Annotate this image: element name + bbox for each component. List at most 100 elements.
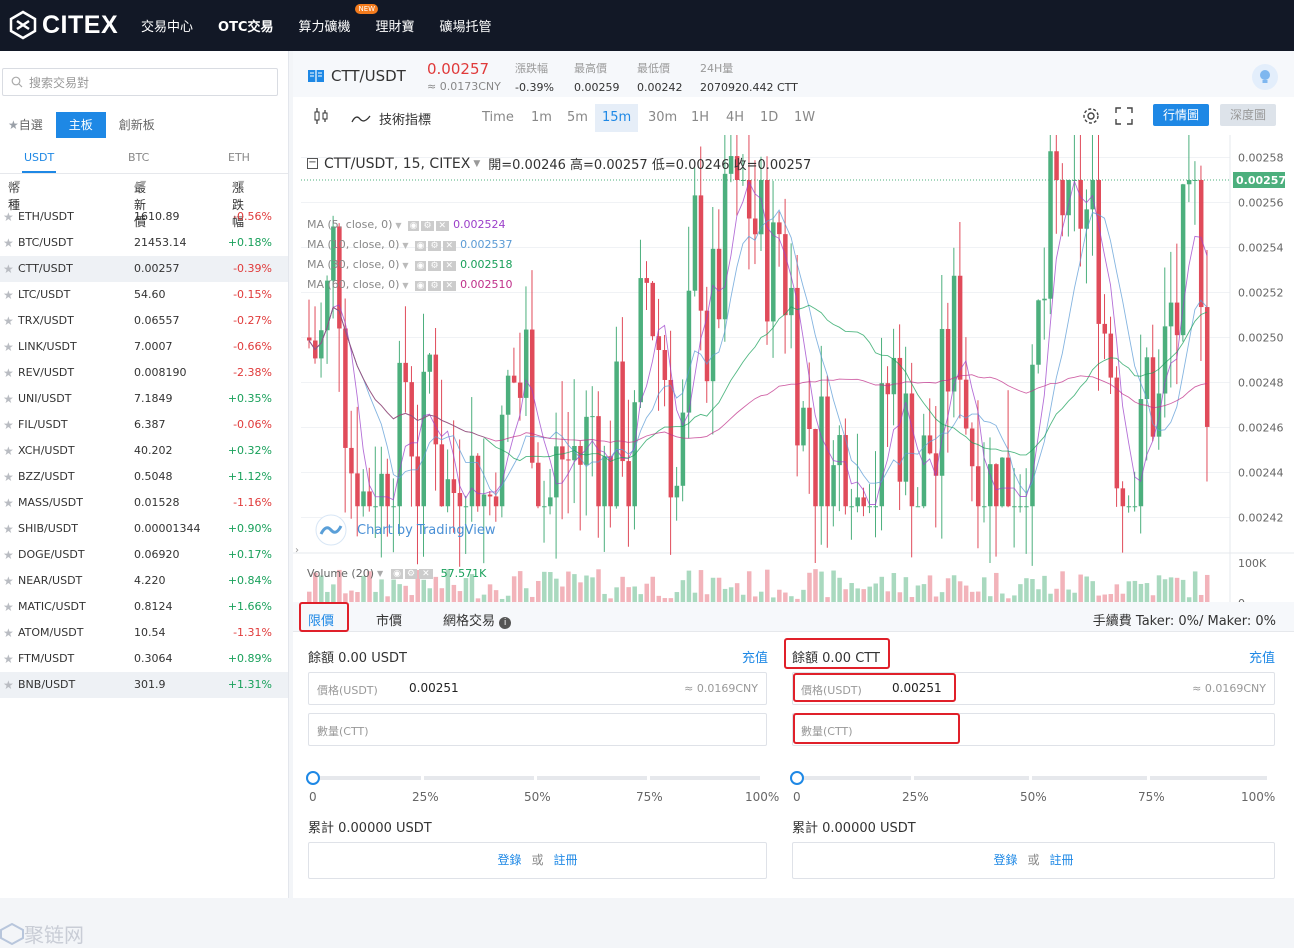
star-icon[interactable]: ★ — [3, 230, 14, 256]
pair-row[interactable]: ★ SHIB/USDT 0.00001344 +0.90% — [0, 516, 288, 542]
pair-row[interactable]: ★ BTC/USDT 21453.14 +0.18% — [0, 230, 288, 256]
nav-wealth[interactable]: 理財寶 — [376, 16, 415, 35]
buy-recharge-link[interactable]: 充值 — [742, 647, 768, 666]
tab-favorites[interactable]: ★自選 — [0, 112, 56, 138]
star-icon[interactable]: ★ — [3, 646, 14, 672]
eye-icon[interactable]: ◉ — [414, 261, 427, 271]
theme-toggle-button[interactable] — [1252, 64, 1278, 90]
star-icon[interactable]: ★ — [3, 464, 14, 490]
sell-recharge-link[interactable]: 充值 — [1249, 647, 1275, 666]
pair-row[interactable]: ★ BZZ/USDT 0.5048 +1.12% — [0, 464, 288, 490]
pair-row[interactable]: ★ REV/USDT 0.008190 -2.38% — [0, 360, 288, 386]
pair-row[interactable]: ★ BNB/USDT 301.9 +1.31% — [0, 672, 288, 698]
depth-view-button[interactable]: 深度圖 — [1220, 104, 1277, 126]
star-icon[interactable]: ★ — [3, 386, 14, 412]
close-icon[interactable]: ✕ — [442, 281, 457, 291]
star-icon[interactable]: ★ — [3, 438, 14, 464]
quote-tab-eth[interactable]: ETH — [228, 147, 250, 173]
buy-price-field[interactable]: 價格(USDT) 0.00251 ≈ 0.0169CNY — [308, 672, 767, 705]
star-icon[interactable]: ★ — [3, 282, 14, 308]
register-link[interactable]: 註冊 — [554, 853, 578, 867]
pair-row[interactable]: ★ UNI/USDT 7.1849 +0.35% — [0, 386, 288, 412]
close-icon[interactable]: ✕ — [419, 568, 433, 579]
pair-row[interactable]: ★ LTC/USDT 54.60 -0.15% — [0, 282, 288, 308]
star-icon[interactable]: ★ — [3, 490, 14, 516]
timeframe-4h[interactable]: 4H — [719, 104, 751, 132]
settings-icon[interactable]: ⚙ — [405, 568, 418, 579]
search-input[interactable]: 搜索交易對 — [2, 68, 278, 96]
pair-row[interactable]: ★ DOGE/USDT 0.06920 +0.17% — [0, 542, 288, 568]
sell-amount-slider[interactable] — [790, 771, 1275, 785]
close-icon[interactable]: ✕ — [442, 261, 457, 271]
eye-icon[interactable]: ◉ — [414, 241, 427, 251]
timeframe-15m[interactable]: 15m — [595, 104, 639, 132]
timeframe-1d[interactable]: 1D — [753, 104, 785, 132]
pair-row[interactable]: ★ FTM/USDT 0.3064 +0.89% — [0, 646, 288, 672]
buy-amount-slider[interactable] — [306, 771, 768, 785]
star-icon[interactable]: ★ — [3, 516, 14, 542]
star-icon[interactable]: ★ — [3, 672, 14, 698]
pair-row[interactable]: ★ ETH/USDT 1610.89 -0.56% — [0, 204, 288, 230]
settings-icon[interactable]: ⚙ — [421, 221, 434, 231]
fullscreen-icon[interactable] — [1115, 107, 1133, 125]
slider-handle[interactable] — [790, 771, 804, 785]
pair-row[interactable]: ★ TRX/USDT 0.06557 -0.27% — [0, 308, 288, 334]
register-link[interactable]: 註冊 — [1050, 853, 1074, 867]
pair-row[interactable]: ★ NEAR/USDT 4.220 +0.84% — [0, 568, 288, 594]
kline-view-button[interactable]: 行情圖 — [1153, 104, 1210, 126]
star-icon[interactable]: ★ — [3, 308, 14, 334]
timeframe-1w[interactable]: 1W — [787, 104, 822, 132]
timeframe-1m[interactable]: 1m — [524, 104, 559, 132]
ticker-pair[interactable]: CTT/USDT — [307, 67, 406, 85]
tab-grid[interactable]: 網格交易 i — [443, 610, 512, 629]
pair-row[interactable]: ★ LINK/USDT 7.0007 -0.66% — [0, 334, 288, 360]
indicators-button[interactable]: 技術指標 — [351, 109, 431, 128]
pair-row[interactable]: ★ ATOM/USDT 10.54 -1.31% — [0, 620, 288, 646]
candlestick-icon[interactable] — [313, 107, 329, 125]
settings-icon[interactable]: ⚙ — [428, 281, 441, 291]
ma-legend-item[interactable]: MA (10, close, 0) ▼ ◉ ⚙ ✕ 0.002537 — [307, 238, 513, 251]
close-icon[interactable]: ✕ — [435, 221, 450, 231]
pair-row[interactable]: ★ MASS/USDT 0.01528 -1.16% — [0, 490, 288, 516]
pair-row[interactable]: ★ MATIC/USDT 0.8124 +1.66% — [0, 594, 288, 620]
nav-mining[interactable]: 算力礦機 NEW — [298, 4, 379, 35]
pair-row[interactable]: ★ CTT/USDT 0.00257 -0.39% — [0, 256, 288, 282]
timeframe-5m[interactable]: 5m — [560, 104, 595, 132]
pair-row[interactable]: ★ FIL/USDT 6.387 -0.06% — [0, 412, 288, 438]
star-icon[interactable]: ★ — [3, 334, 14, 360]
ma-legend-item[interactable]: MA (30, close, 0) ▼ ◉ ⚙ ✕ 0.002518 — [307, 258, 513, 271]
quote-tab-btc[interactable]: BTC — [128, 147, 149, 173]
ma-legend-item[interactable]: MA (60, close, 0) ▼ ◉ ⚙ ✕ 0.002510 — [307, 278, 513, 291]
nav-hosting[interactable]: 礦場托管 — [440, 16, 492, 35]
star-icon[interactable]: ★ — [3, 542, 14, 568]
timeframe-time[interactable]: Time — [475, 104, 521, 132]
tab-main-board[interactable]: 主板 — [55, 112, 106, 138]
star-icon[interactable]: ★ — [3, 204, 14, 230]
settings-icon[interactable]: ⚙ — [428, 241, 441, 251]
tradingview-watermark[interactable]: Chart by TradingView — [315, 514, 495, 546]
quote-tab-usdt[interactable]: USDT — [22, 147, 57, 173]
slider-handle[interactable] — [306, 771, 320, 785]
star-icon[interactable]: ★ — [3, 594, 14, 620]
ma-legend-item[interactable]: MA (5, close, 0) ▼ ◉ ⚙ ✕ 0.002524 — [307, 218, 506, 231]
star-icon[interactable]: ★ — [3, 360, 14, 386]
collapse-icon[interactable]: − — [307, 158, 318, 169]
tab-innovation-board[interactable]: 創新板 — [106, 112, 168, 138]
citex-logo[interactable]: CITEX — [8, 7, 118, 43]
settings-icon[interactable]: ⚙ — [428, 261, 441, 271]
login-link[interactable]: 登錄 — [497, 853, 521, 867]
info-icon[interactable]: i — [499, 617, 512, 629]
buy-qty-field[interactable]: 數量(CTT) — [308, 713, 767, 746]
settings-gear-icon[interactable] — [1081, 106, 1101, 126]
eye-icon[interactable]: ◉ — [414, 281, 427, 291]
star-icon[interactable]: ★ — [3, 568, 14, 594]
login-link[interactable]: 登錄 — [993, 853, 1017, 867]
pair-row[interactable]: ★ XCH/USDT 40.202 +0.32% — [0, 438, 288, 464]
eye-icon[interactable]: ◉ — [391, 568, 404, 579]
tab-market[interactable]: 市價 — [376, 610, 402, 629]
star-icon[interactable]: ★ — [3, 256, 14, 282]
star-icon[interactable]: ★ — [3, 412, 14, 438]
star-icon[interactable]: ★ — [3, 620, 14, 646]
eye-icon[interactable]: ◉ — [407, 221, 420, 231]
timeframe-1h[interactable]: 1H — [684, 104, 716, 132]
